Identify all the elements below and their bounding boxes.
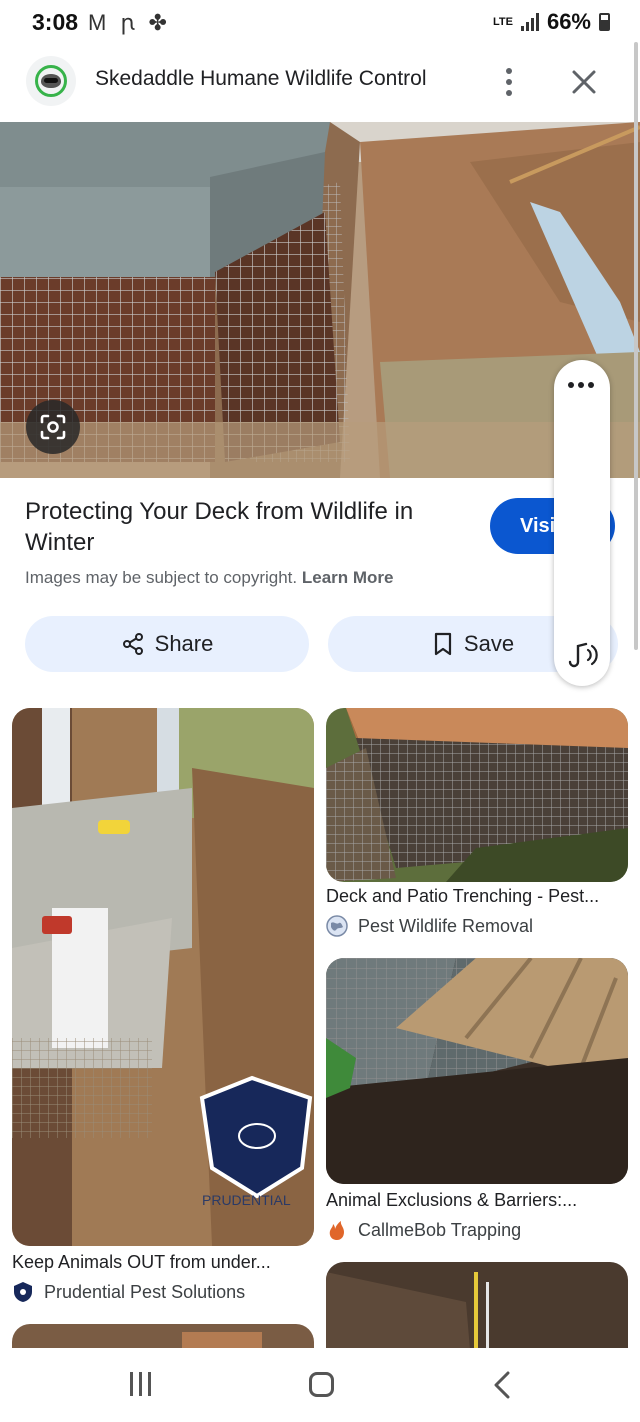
audio-icon[interactable] <box>564 638 602 672</box>
status-time: 3:08 <box>32 9 79 35</box>
copyright-notice: Images may be subject to copyright. Lear… <box>25 568 394 588</box>
globe-icon <box>326 915 348 937</box>
learn-more-link[interactable]: Learn More <box>302 568 394 587</box>
viewer-header: Skedaddle Humane Wildlife Control <box>0 42 640 122</box>
status-bar: 3:08 M ꞃ ✤ LTE 66% <box>0 0 640 42</box>
related-title-3[interactable]: Animal Exclusions & Barriers:... <box>326 1190 577 1211</box>
related-source-name-3: CallmeBob Trapping <box>358 1219 522 1240</box>
shield-icon <box>12 1281 34 1303</box>
related-title-2[interactable]: Deck and Patio Trenching - Pest... <box>326 886 599 907</box>
flame-icon <box>326 1219 348 1241</box>
related-image-2[interactable] <box>326 708 628 882</box>
more-vert-icon[interactable] <box>494 64 524 100</box>
share-icon <box>122 633 143 655</box>
related-source-name-2: Pest Wildlife Removal <box>358 915 534 936</box>
deck-trench-photo <box>326 708 628 882</box>
recents-icon[interactable] <box>130 1372 151 1396</box>
share-button[interactable]: Share <box>25 616 309 672</box>
hero-image[interactable] <box>0 122 640 478</box>
more-horiz-icon[interactable] <box>568 382 594 388</box>
lens-icon[interactable] <box>26 400 80 454</box>
save-label: Save <box>463 631 515 656</box>
notification-icons: M ꞃ ✤ <box>88 10 171 35</box>
copyright-text: Images may be subject to copyright. <box>25 568 302 587</box>
floating-panel[interactable] <box>554 360 610 686</box>
home-icon[interactable] <box>309 1372 334 1397</box>
scrollbar[interactable] <box>634 42 638 650</box>
deck-barrier-photo <box>326 958 628 1184</box>
status-right: LTE 66% <box>493 9 610 35</box>
deck-mesh-photo <box>0 122 640 478</box>
lte-icon: LTE <box>492 16 513 28</box>
share-label: Share <box>154 631 214 656</box>
site-name[interactable]: Skedaddle Humane Wildlife Control <box>95 67 427 91</box>
prudential-logo-text: PRUDENTIAL <box>202 1192 291 1208</box>
raccoon-logo-icon[interactable] <box>26 56 76 106</box>
close-icon[interactable] <box>566 64 602 100</box>
related-source-3[interactable]: CallmeBob Trapping <box>326 1219 521 1241</box>
related-image-1[interactable]: PRUDENTIAL <box>12 708 314 1246</box>
battery-icon <box>599 13 610 31</box>
related-source-1[interactable]: Prudential Pest Solutions <box>12 1281 245 1303</box>
result-title: Protecting Your Deck from Wildlife in Wi… <box>25 498 414 556</box>
signal-icon <box>520 13 539 31</box>
bookmark-icon <box>434 632 452 656</box>
back-icon[interactable] <box>492 1370 512 1400</box>
deck-post-photo: PRUDENTIAL <box>12 708 314 1246</box>
related-source-name-1: Prudential Pest Solutions <box>44 1281 246 1302</box>
system-nav-bar <box>0 1348 640 1422</box>
related-title-1[interactable]: Keep Animals OUT from under... <box>12 1252 271 1273</box>
related-image-3[interactable] <box>326 958 628 1184</box>
related-source-2[interactable]: Pest Wildlife Removal <box>326 915 533 937</box>
battery-percent: 66% <box>546 9 591 34</box>
